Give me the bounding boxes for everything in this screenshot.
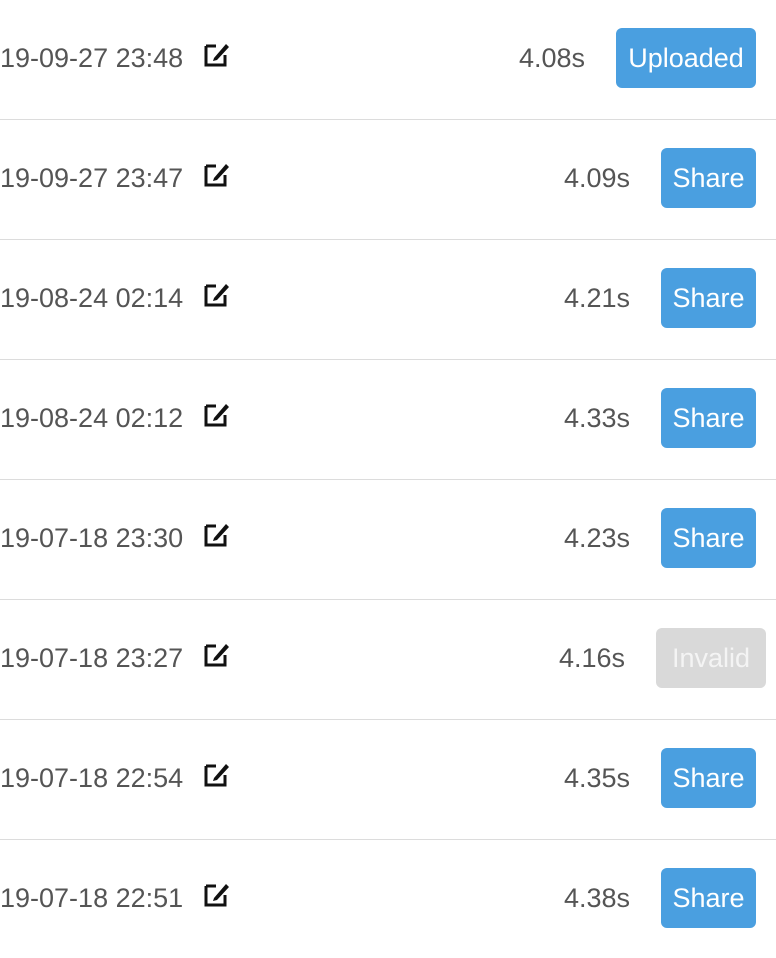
uploaded-button[interactable]: Uploaded xyxy=(616,28,756,88)
record-time: 4.21s xyxy=(563,283,630,313)
list-item: 19-07-18 22:51 4.38s Share xyxy=(0,840,776,958)
edit-icon[interactable] xyxy=(202,639,232,669)
record-date: 19-07-18 23:30 xyxy=(0,523,184,553)
edit-icon[interactable] xyxy=(202,279,232,309)
list-item: 19-09-27 23:48 4.08s Uploaded xyxy=(0,0,776,120)
record-date: 19-07-18 23:27 xyxy=(0,643,184,673)
record-time: 4.16s xyxy=(558,643,625,673)
record-time: 4.08s xyxy=(518,43,585,73)
list-item: 19-07-18 22:54 4.35s Share xyxy=(0,720,776,840)
share-button[interactable]: Share xyxy=(661,748,756,808)
edit-icon[interactable] xyxy=(202,399,232,429)
record-date: 19-08-24 02:14 xyxy=(0,283,184,313)
edit-icon[interactable] xyxy=(202,759,232,789)
record-date: 19-09-27 23:48 xyxy=(0,43,184,73)
edit-icon[interactable] xyxy=(202,39,232,69)
record-time: 4.23s xyxy=(563,523,630,553)
record-date: 19-09-27 23:47 xyxy=(0,163,184,193)
record-date: 19-08-24 02:12 xyxy=(0,403,184,433)
list-item: 19-08-24 02:12 4.33s Share xyxy=(0,360,776,480)
list-item: 19-07-18 23:27 4.16s Invalid xyxy=(0,600,776,720)
edit-icon[interactable] xyxy=(202,879,232,909)
edit-icon[interactable] xyxy=(202,519,232,549)
share-button[interactable]: Share xyxy=(661,388,756,448)
share-button[interactable]: Share xyxy=(661,148,756,208)
record-time: 4.38s xyxy=(563,883,630,913)
list-item: 19-08-24 02:14 4.21s Share xyxy=(0,240,776,360)
record-time: 4.35s xyxy=(563,763,630,793)
list-item: 19-09-27 23:47 4.09s Share xyxy=(0,120,776,240)
list-item: 19-07-18 23:30 4.23s Share xyxy=(0,480,776,600)
share-button[interactable]: Share xyxy=(661,508,756,568)
invalid-button: Invalid xyxy=(656,628,766,688)
share-button[interactable]: Share xyxy=(661,268,756,328)
record-time: 4.09s xyxy=(563,163,630,193)
record-time: 4.33s xyxy=(563,403,630,433)
share-button[interactable]: Share xyxy=(661,868,756,928)
record-list: 19-09-27 23:48 4.08s Uploaded 19-09-27 2… xyxy=(0,0,776,958)
record-date: 19-07-18 22:54 xyxy=(0,763,184,793)
edit-icon[interactable] xyxy=(202,159,232,189)
record-date: 19-07-18 22:51 xyxy=(0,883,184,913)
